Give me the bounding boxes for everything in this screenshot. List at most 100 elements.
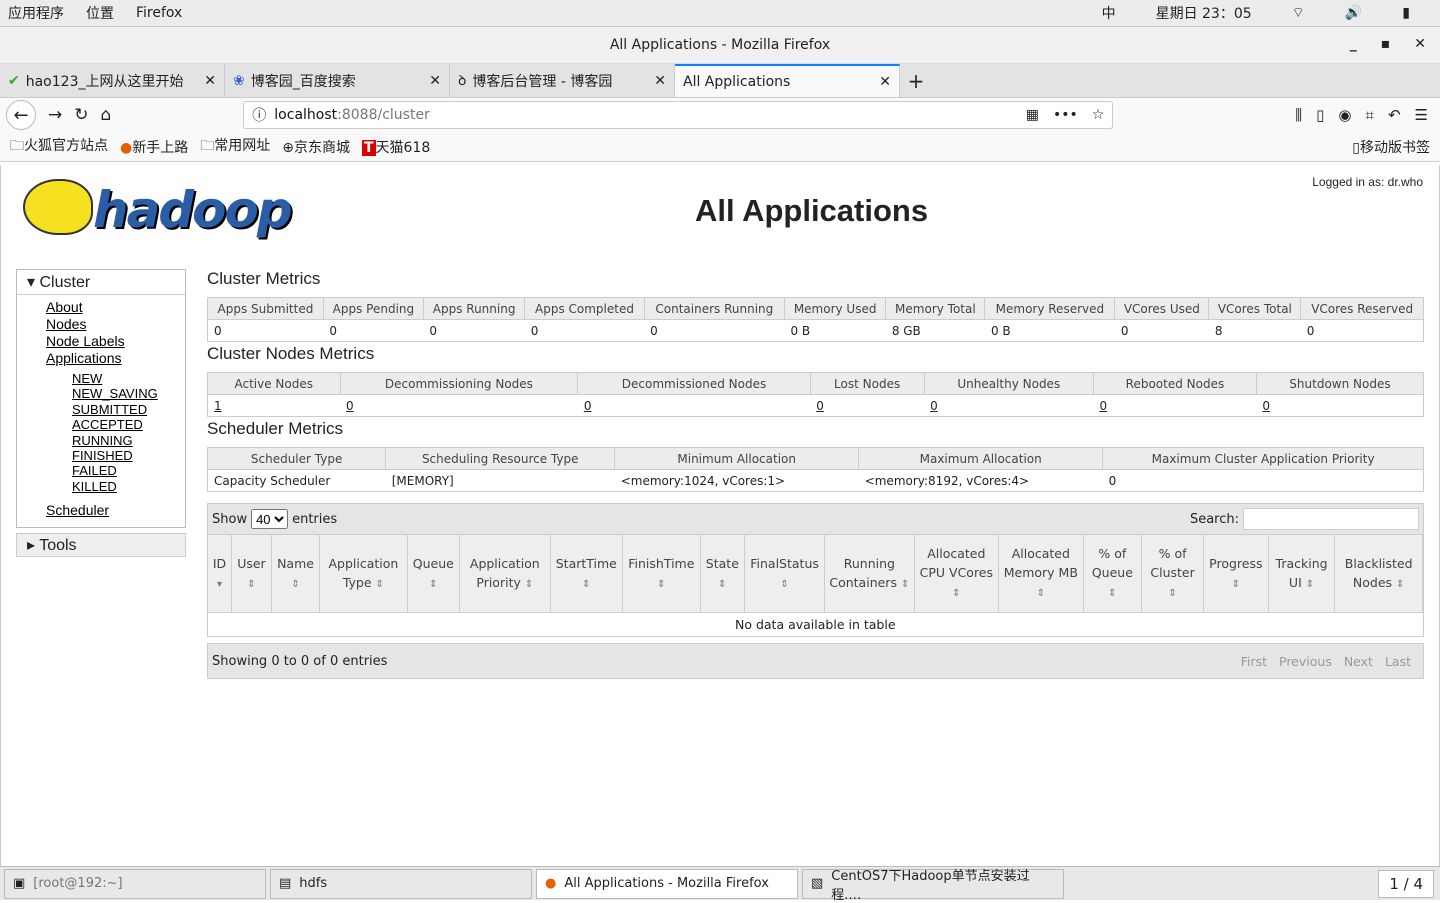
column-header-sortable[interactable]: Blacklisted Nodes ⇕ (1334, 534, 1423, 613)
metric-value[interactable]: 1 (207, 394, 341, 417)
menu-applications[interactable]: 应用程序 (8, 3, 64, 23)
column-header-sortable[interactable]: Running Containers ⇕ (824, 534, 915, 613)
battery-icon[interactable]: ▮ (1402, 5, 1410, 21)
column-header-sortable[interactable]: User ⇕ (231, 534, 272, 613)
link-state-killed[interactable]: KILLED (72, 479, 117, 494)
link-state-accepted[interactable]: ACCEPTED (72, 417, 143, 432)
link-state-new[interactable]: NEW (72, 371, 102, 386)
next-page-button[interactable]: Next (1344, 654, 1373, 669)
scheduler-metrics-table: Scheduler Type Scheduling Resource Type Mi… (207, 447, 1424, 492)
column-header-sortable[interactable]: FinishTime ⇕ (622, 534, 701, 613)
tab-all-applications[interactable]: All Applications ✕ (675, 64, 900, 97)
home-button[interactable]: ⌂ (101, 105, 112, 125)
metric-value[interactable]: 0 (924, 394, 1094, 417)
tab-hao123[interactable]: ✔ hao123_上网从这里开始 ✕ (0, 64, 225, 97)
sidebar-icon[interactable]: ▯ (1316, 106, 1324, 124)
url-bar[interactable]: ⓘ localhost:8088/cluster ▦ ••• ☆ (243, 101, 1114, 129)
bookmark-getting-started[interactable]: ●新手上路 (120, 137, 188, 157)
metric-value[interactable]: 0 (1256, 394, 1424, 417)
column-header-sortable[interactable]: StartTime ⇕ (550, 534, 624, 613)
info-icon[interactable]: ⓘ (252, 105, 266, 125)
new-tab-button[interactable]: + (900, 64, 932, 97)
column-header-sortable[interactable]: Name ⇕ (271, 534, 321, 613)
task-firefox[interactable]: ● All Applications - Mozilla Firefox (536, 868, 798, 899)
column-header-sortable[interactable]: ID ▾ (208, 534, 233, 613)
previous-page-button[interactable]: Previous (1279, 654, 1332, 669)
reload-button[interactable]: ↻ (74, 105, 88, 125)
close-tab-icon[interactable]: ✕ (204, 73, 216, 89)
entries-select[interactable]: 40 (251, 509, 289, 529)
workspace-switcher[interactable]: 1 / 4 (1378, 869, 1434, 898)
account-icon[interactable]: ◉ (1338, 106, 1351, 124)
menu-icon[interactable]: ☰ (1415, 106, 1428, 124)
close-window-button[interactable]: ✕ (1414, 36, 1426, 52)
ime-indicator[interactable]: 中 (1102, 3, 1116, 23)
link-state-submitted[interactable]: SUBMITTED (72, 402, 147, 417)
wifi-icon[interactable]: ⌔ (1292, 4, 1305, 22)
link-state-failed[interactable]: FAILED (72, 463, 117, 478)
metric-value: 0 (323, 319, 424, 342)
link-scheduler[interactable]: Scheduler (46, 502, 109, 518)
forward-button[interactable]: → (48, 105, 62, 125)
tab-baidu[interactable]: ❀ 博客园_百度搜索 ✕ (225, 64, 450, 97)
column-header-sortable[interactable]: % of Cluster ⇕ (1141, 534, 1204, 613)
bookmark-tmall[interactable]: T 天猫618 (361, 137, 430, 157)
metric-value[interactable]: 0 (340, 394, 578, 417)
bookmark-jd[interactable]: ⊕京东商城 (282, 137, 350, 157)
column-header-sortable[interactable]: State ⇕ (700, 534, 746, 613)
column-header-sortable[interactable]: Queue ⇕ (407, 534, 461, 613)
mobile-bookmarks[interactable]: ▯移动版书签 (1352, 137, 1430, 157)
undo-icon[interactable]: ↶ (1388, 106, 1401, 124)
column-header: Memory Used (784, 297, 887, 320)
column-header-sortable[interactable]: Allocated Memory MB ⇕ (998, 534, 1084, 613)
volume-icon[interactable]: 🔊 (1345, 5, 1362, 21)
maximize-button[interactable]: ▪ (1381, 36, 1391, 52)
sort-icon: ⇕ (780, 578, 789, 590)
column-label: Allocated Memory MB (1003, 546, 1078, 580)
menu-firefox[interactable]: Firefox (136, 5, 182, 21)
column-header-sortable[interactable]: Application Type ⇕ (319, 534, 408, 613)
back-button[interactable]: ← (6, 100, 36, 130)
link-nodes[interactable]: Nodes (46, 316, 86, 332)
task-document[interactable]: ▧ CentOS7下Hadoop单节点安装过程.… (802, 868, 1064, 903)
close-tab-icon[interactable]: ✕ (879, 74, 891, 90)
column-header-sortable[interactable]: % of Queue ⇕ (1083, 534, 1143, 613)
column-header-sortable[interactable]: Progress ⇕ (1203, 534, 1269, 613)
column-header-sortable[interactable]: Allocated CPU VCores ⇕ (914, 534, 1000, 613)
column-header-sortable[interactable]: Application Priority ⇕ (459, 534, 551, 613)
library-icon[interactable]: ⫼ (1295, 106, 1302, 124)
cluster-toggle[interactable]: ▾ Cluster (17, 270, 185, 295)
close-tab-icon[interactable]: ✕ (429, 73, 441, 89)
bookmark-common-sites[interactable]: 🗀常用网址 (200, 135, 270, 159)
column-header-sortable[interactable]: FinalStatus ⇕ (744, 534, 826, 613)
metric-value[interactable]: 0 (1093, 394, 1257, 417)
link-applications[interactable]: Applications (46, 350, 122, 366)
task-terminal[interactable]: ▣ [root@192:~] (4, 868, 266, 899)
menu-places[interactable]: 位置 (86, 3, 114, 23)
link-state-running[interactable]: RUNNING (72, 433, 133, 448)
bookmark-firefox-sites[interactable]: 🗀火狐官方站点 (10, 135, 108, 159)
bookmark-star-icon[interactable]: ☆ (1092, 107, 1105, 123)
link-state-finished[interactable]: FINISHED (72, 448, 133, 463)
qr-code-icon[interactable]: ▦ (1026, 107, 1039, 123)
column-header-sortable[interactable]: Tracking UI ⇕ (1268, 534, 1336, 613)
link-about[interactable]: About (46, 299, 83, 315)
clock[interactable]: 星期日 23：05 (1156, 3, 1252, 23)
task-hdfs[interactable]: ▤ hdfs (270, 868, 532, 899)
metric-value[interactable]: 0 (577, 394, 811, 417)
more-icon[interactable]: ••• (1053, 107, 1078, 123)
tools-toggle[interactable]: ▸ Tools (16, 533, 186, 557)
minimize-button[interactable]: _ (1350, 36, 1357, 52)
screenshot-icon[interactable]: ⌗ (1366, 106, 1374, 124)
close-tab-icon[interactable]: ✕ (654, 73, 666, 89)
last-page-button[interactable]: Last (1385, 654, 1411, 669)
link-state-new_saving[interactable]: NEW_SAVING (72, 386, 158, 401)
link-node-labels[interactable]: Node Labels (46, 333, 125, 349)
main-content: Cluster Metrics Apps Submitted Apps Pendi… (207, 269, 1425, 679)
search-input[interactable] (1243, 508, 1419, 530)
hadoop-logo[interactable]: hadoop (19, 173, 319, 245)
first-page-button[interactable]: First (1241, 654, 1267, 669)
metric-value[interactable]: 0 (810, 394, 925, 417)
tab-cnblogs[interactable]: ꝺ 博客后台管理 - 博客园 ✕ (450, 64, 675, 97)
metric-value: <memory:8192, vCores:4> (858, 469, 1103, 492)
